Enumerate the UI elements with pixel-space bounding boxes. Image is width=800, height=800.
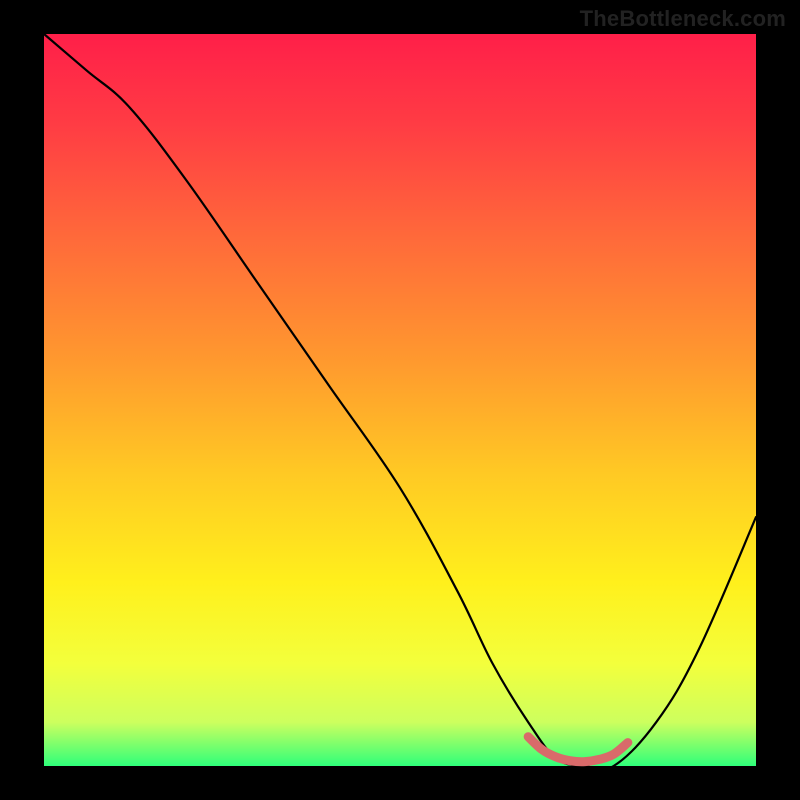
chart-frame: TheBottleneck.com (0, 0, 800, 800)
watermark-text: TheBottleneck.com (580, 6, 786, 32)
bottleneck-chart (0, 0, 800, 800)
plot-background (44, 34, 756, 766)
